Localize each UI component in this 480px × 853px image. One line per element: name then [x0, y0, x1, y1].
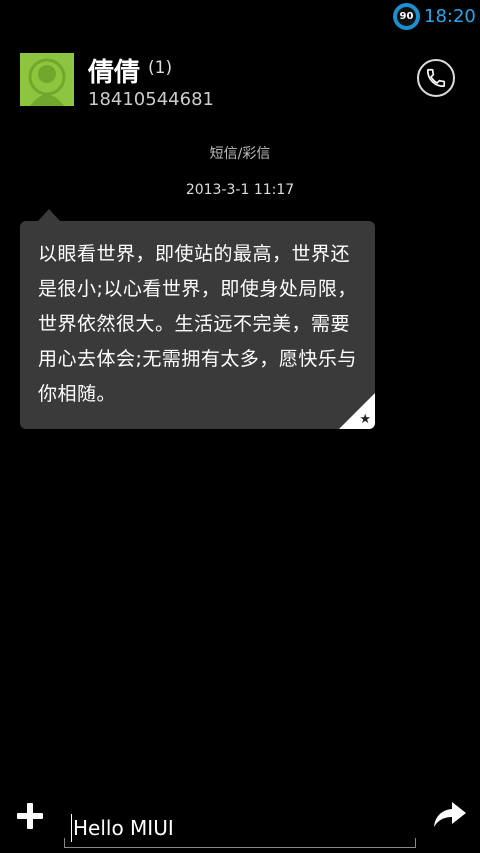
- input-edge-left: [64, 838, 65, 848]
- send-arrow-icon: [434, 802, 466, 827]
- message-text: 以眼看世界，即使站的最高，世界还是很小;以心看世界，即使身处局限，世界依然很大。…: [38, 243, 357, 405]
- thread-type-label: 短信/彩信: [209, 146, 271, 162]
- star-toggle[interactable]: ★: [339, 393, 375, 429]
- call-button[interactable]: [417, 59, 455, 97]
- phone-icon: [426, 68, 446, 88]
- person-icon: [28, 58, 66, 106]
- message-count: (1): [148, 58, 173, 78]
- message-input[interactable]: Hello MIUI: [64, 808, 416, 848]
- status-bar: 90 18:20: [0, 0, 480, 36]
- text-caret: [71, 814, 72, 842]
- input-edge-right: [415, 838, 416, 848]
- contact-name: 倩倩: [88, 58, 141, 88]
- battery-level: 90: [397, 7, 416, 26]
- contact-avatar[interactable]: [20, 53, 74, 106]
- plus-icon: [17, 803, 43, 829]
- battery-icon: 90: [393, 3, 420, 30]
- message-timestamp: 2013-3-1 11:17: [185, 182, 295, 198]
- message-bubble[interactable]: 以眼看世界，即使站的最高，世界还是很小;以心看世界，即使身处局限，世界依然很大。…: [20, 221, 375, 429]
- bubble-tail: [38, 209, 60, 221]
- contact-phone-number: 18410544681: [88, 89, 214, 110]
- status-clock: 18:20: [424, 6, 476, 27]
- add-attachment-button[interactable]: [14, 800, 46, 832]
- send-button[interactable]: [432, 800, 468, 830]
- star-icon: ★: [359, 412, 371, 427]
- message-input-text: Hello MIUI: [73, 816, 174, 840]
